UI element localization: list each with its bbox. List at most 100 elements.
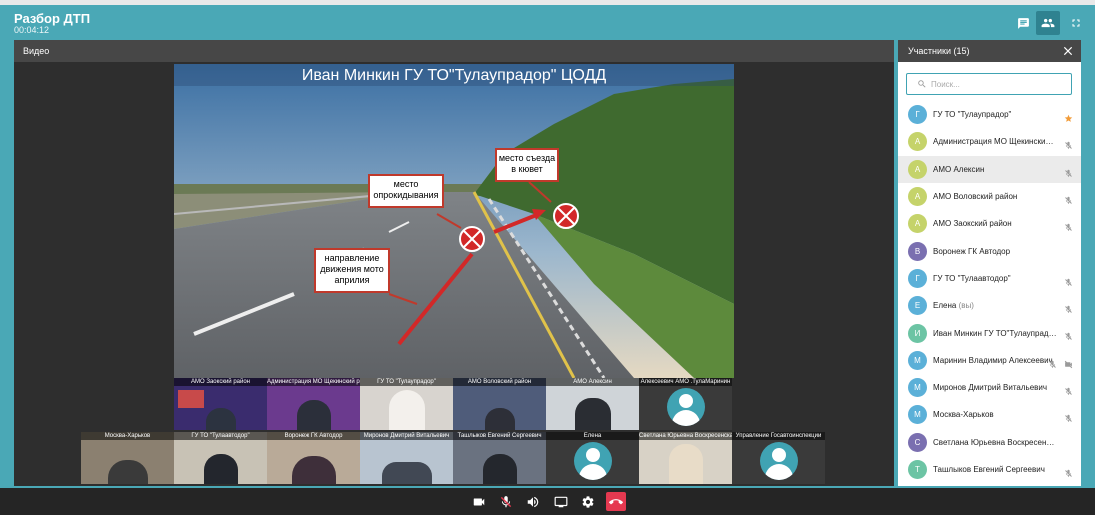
participant-row[interactable]: Г ГУ ТО "Тулаавтодор": [898, 265, 1081, 292]
close-icon[interactable]: [1061, 44, 1075, 58]
screen-share-button[interactable]: [551, 492, 571, 511]
participant-row[interactable]: Е Елена (вы): [898, 292, 1081, 319]
participant-name: Ташлыков Евгений Сергеевич: [933, 465, 1045, 474]
chat-button[interactable]: [1011, 11, 1035, 35]
video-thumbnail[interactable]: Ташлыков Евгений Сергеевич: [453, 432, 546, 484]
user-avatar-icon: [666, 388, 705, 426]
chat-icon: [1017, 17, 1029, 29]
video-thumbnail[interactable]: ГУ ТО "Тулаупрадор": [360, 378, 453, 430]
video-thumbnail[interactable]: Светлана Юрьевна Воскресенская: [639, 432, 732, 484]
participant-row[interactable]: И Иван Минкин ГУ ТО"Тулаупрадор" ЦОДД: [898, 319, 1081, 346]
participant-row[interactable]: А АМО Воловский район: [898, 183, 1081, 210]
participant-avatar: Е: [908, 296, 927, 316]
participant-row[interactable]: А Администрация МО Щекинский район: [898, 128, 1081, 155]
participant-row[interactable]: Г ГУ ТО "Тулаупрадор": [898, 101, 1081, 128]
video-thumbnail[interactable]: Воронеж ГК Автодор: [267, 432, 360, 484]
mic-muted-icon: [1064, 192, 1073, 210]
participant-avatar: М: [908, 405, 927, 425]
mic-muted-icon: [1064, 165, 1073, 183]
participant-avatar: С: [908, 432, 927, 452]
camera-icon: [473, 498, 485, 505]
participant-search[interactable]: [906, 73, 1072, 95]
participant-row[interactable]: С Светлана Юрьевна Воскресенская: [898, 429, 1081, 456]
participant-name: ГУ ТО "Тулаупрадор": [933, 110, 1012, 120]
video-panel-title: Видео: [14, 40, 894, 62]
participant-avatar: В: [908, 241, 927, 261]
hangup-button[interactable]: [606, 492, 626, 511]
participant-avatar: М: [908, 350, 927, 370]
participant-avatar: М: [908, 378, 927, 398]
participant-avatar: А: [908, 132, 927, 152]
video-thumbnail[interactable]: АМО Алексин: [546, 378, 639, 430]
call-control-bar: [0, 488, 1095, 515]
participant-name: Воронеж ГК Автодор: [933, 246, 1011, 256]
search-input[interactable]: [931, 76, 1069, 92]
meeting-timer: 00:04:12: [14, 25, 50, 35]
participant-name: Иван Минкин ГУ ТО"Тулаупрадор" ЦОДД: [933, 328, 1057, 338]
participant-name: Миронов Дмитрий Витальевич: [933, 383, 1048, 393]
participant-name: Елена (вы): [933, 301, 974, 311]
rollover-marker-icon: [459, 226, 485, 252]
screen-share-icon: [554, 496, 568, 507]
fullscreen-icon: [1072, 19, 1080, 27]
mic-muted-icon: [1064, 383, 1073, 401]
participant-row[interactable]: А АМО Алексин: [898, 155, 1081, 183]
participant-row[interactable]: Т Ташлыков Евгений Сергеевич: [898, 456, 1081, 483]
microphone-button[interactable]: [496, 492, 516, 511]
participant-avatar: И: [908, 323, 927, 343]
participant-avatar: А: [908, 159, 927, 179]
video-panel: Видео Иван Минкин ГУ ТО"Тулаупрадор" ЦОД…: [14, 40, 894, 486]
settings-icon: [582, 495, 594, 508]
video-thumbnail[interactable]: АМО Воловский район: [453, 378, 546, 430]
mic-muted-icon: [1064, 219, 1073, 237]
participant-row[interactable]: М Миронов Дмитрий Витальевич: [898, 374, 1081, 401]
participant-name: Москва-Харьков: [933, 410, 994, 420]
user-avatar-icon: [759, 442, 798, 480]
video-thumbnail[interactable]: Елена: [546, 432, 639, 484]
user-avatar-icon: [573, 442, 612, 480]
search-icon: [918, 80, 926, 88]
participant-row[interactable]: В Воронеж ГК Автодор: [898, 237, 1081, 264]
main-video-stream[interactable]: Иван Минкин ГУ ТО"Тулаупрадор" ЦОДД мест…: [174, 64, 734, 378]
participant-name: АМО Алексин: [933, 164, 985, 174]
mic-muted-icon: [1064, 274, 1073, 292]
participant-row[interactable]: А АМО Заокский район: [898, 210, 1081, 237]
speaker-icon: [527, 496, 539, 507]
rollover-callout: место опрокидывания: [373, 179, 439, 200]
direction-callout: направление движения мото априлия: [320, 253, 384, 285]
participant-avatar: А: [908, 214, 927, 234]
speaker-button[interactable]: [523, 492, 543, 511]
camera-button[interactable]: [469, 492, 489, 511]
participant-name: АМО Воловский район: [933, 192, 1018, 202]
moderator-star-icon: [1064, 110, 1073, 128]
participant-row[interactable]: М Маринин Владимир Алексеевич: [898, 347, 1081, 374]
mic-muted-icon: [1064, 137, 1073, 155]
video-off-icon: [1064, 356, 1073, 374]
mic-muted-icon: [1064, 465, 1073, 483]
meeting-title: Разбор ДТП: [14, 11, 91, 26]
exit-callout: место съезда в кювет: [498, 153, 556, 174]
video-thumbnail[interactable]: Москва-Харьков: [81, 432, 174, 484]
settings-button[interactable]: [578, 492, 598, 511]
video-thumbnail[interactable]: АМО Заокский район: [174, 378, 267, 430]
emblem-icon: [178, 390, 204, 408]
video-thumbnail[interactable]: Администрация МО Щекинский район: [267, 378, 360, 430]
participants-button[interactable]: [1036, 11, 1060, 35]
video-thumbnail[interactable]: Управление Госавтоинспекции: [732, 432, 825, 484]
participant-avatar: А: [908, 187, 927, 207]
participant-avatar: Т: [908, 460, 927, 479]
fullscreen-button[interactable]: [1064, 11, 1088, 35]
app-header: Разбор ДТП 00:04:12: [0, 5, 1095, 38]
video-thumbnail[interactable]: Алексеевич АМО .ТулаМаринин: [639, 378, 732, 430]
video-thumbnail[interactable]: Миронов Дмитрий Витальевич: [360, 432, 453, 484]
mic-muted-icon: [1064, 328, 1073, 346]
video-thumbnail[interactable]: ГУ ТО "Тулаавтодор": [174, 432, 267, 484]
mic-muted-icon: [500, 495, 512, 507]
participant-avatar: Г: [908, 268, 927, 288]
participants-icon: [1041, 18, 1055, 28]
participant-name: ГУ ТО "Тулаавтодор": [933, 273, 1011, 283]
exit-marker-icon: [553, 203, 579, 229]
mic-muted-icon: [1064, 301, 1073, 319]
participant-row[interactable]: М Москва-Харьков: [898, 401, 1081, 428]
mic-muted-icon: [1064, 410, 1073, 428]
